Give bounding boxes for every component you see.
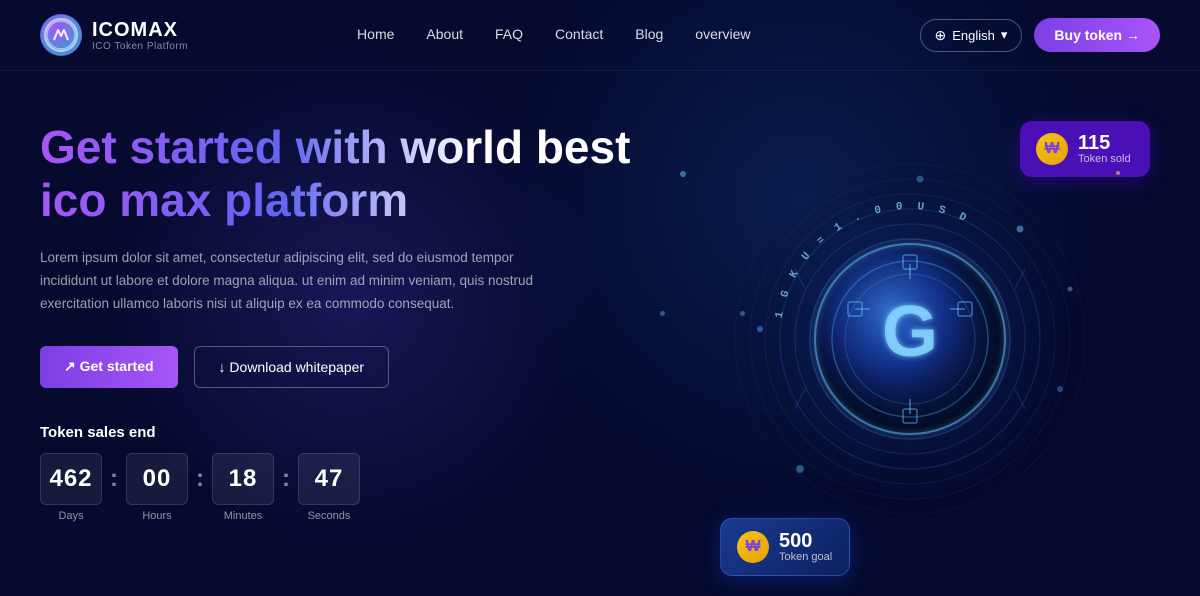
- globe-icon: ⊕: [935, 27, 947, 44]
- countdown-days: 462 Days: [40, 453, 102, 522]
- deco-dot-3: [740, 311, 745, 316]
- separator-2: :: [194, 465, 206, 493]
- days-unit: Days: [58, 510, 83, 522]
- token-goal-info: 500 Token goal: [779, 531, 832, 563]
- navbar: ICOMAX ICO Token Platform Home About FAQ…: [0, 0, 1200, 71]
- logo-subtitle: ICO Token Platform: [92, 41, 188, 52]
- coin-svg: G 1 G K U = 1 . 0 0 U S D: [720, 149, 1100, 529]
- logo: ICOMAX ICO Token Platform: [40, 14, 188, 56]
- hero-right: ₩ 115 Token sold: [660, 111, 1160, 596]
- deco-dot-1: [680, 171, 686, 177]
- nav-item-faq[interactable]: FAQ: [495, 26, 523, 44]
- nav-right: ⊕ English ▾ Buy token →: [920, 18, 1160, 52]
- nav-links: Home About FAQ Contact Blog overview: [357, 26, 751, 44]
- nav-link-contact[interactable]: Contact: [555, 26, 603, 42]
- nav-link-faq[interactable]: FAQ: [495, 26, 523, 42]
- language-button[interactable]: ⊕ English ▾: [920, 19, 1023, 52]
- separator-3: :: [280, 465, 292, 493]
- logo-name: ICOMAX: [92, 19, 188, 41]
- seconds-unit: Seconds: [308, 510, 351, 522]
- svg-text:G: G: [882, 292, 938, 372]
- nav-link-home[interactable]: Home: [357, 26, 394, 42]
- buy-token-button[interactable]: Buy token →: [1034, 18, 1160, 52]
- countdown: 462 Days : 00 Hours : 18 Minutes : 47 Se…: [40, 453, 660, 522]
- token-goal-icon: ₩: [737, 531, 769, 563]
- logo-svg: [40, 14, 82, 56]
- hours-value: 00: [126, 453, 188, 505]
- minutes-value: 18: [212, 453, 274, 505]
- nav-link-blog[interactable]: Blog: [635, 26, 663, 42]
- minutes-unit: Minutes: [224, 510, 263, 522]
- nav-link-overview[interactable]: overview: [695, 26, 750, 42]
- lang-label: English: [952, 28, 995, 43]
- hero-left: Get started with world best ico max plat…: [40, 111, 660, 522]
- hours-unit: Hours: [142, 510, 171, 522]
- buy-btn-label: Buy token →: [1054, 27, 1140, 43]
- separator-1: :: [108, 465, 120, 493]
- token-goal-label: Token goal: [779, 551, 832, 563]
- token-goal-badge: ₩ 500 Token goal: [720, 518, 850, 576]
- download-label: ↓ Download whitepaper: [219, 359, 365, 375]
- countdown-minutes: 18 Minutes: [212, 453, 274, 522]
- nav-item-overview[interactable]: overview: [695, 26, 750, 44]
- countdown-hours: 00 Hours: [126, 453, 188, 522]
- get-started-label: ↗ Get started: [64, 358, 154, 375]
- token-sales: Token sales end 462 Days : 00 Hours : 18…: [40, 424, 660, 522]
- nav-item-about[interactable]: About: [426, 26, 463, 44]
- hero-buttons: ↗ Get started ↓ Download whitepaper: [40, 346, 660, 388]
- nav-item-contact[interactable]: Contact: [555, 26, 603, 44]
- chevron-down-icon: ▾: [1001, 27, 1008, 43]
- seconds-value: 47: [298, 453, 360, 505]
- coin-container: G 1 G K U = 1 . 0 0 U S D: [720, 149, 1100, 529]
- logo-icon: [40, 14, 82, 56]
- download-whitepaper-button[interactable]: ↓ Download whitepaper: [194, 346, 390, 388]
- token-goal-number: 500: [779, 531, 832, 551]
- deco-dot-2: [660, 311, 665, 316]
- deco-dot-4: [1116, 171, 1120, 175]
- countdown-seconds: 47 Seconds: [298, 453, 360, 522]
- hero-description: Lorem ipsum dolor sit amet, consectetur …: [40, 247, 560, 316]
- get-started-button[interactable]: ↗ Get started: [40, 346, 178, 388]
- nav-item-home[interactable]: Home: [357, 26, 394, 44]
- nav-item-blog[interactable]: Blog: [635, 26, 663, 44]
- logo-text: ICOMAX ICO Token Platform: [92, 19, 188, 52]
- hero-title: Get started with world best ico max plat…: [40, 121, 660, 227]
- hero-section: Get started with world best ico max plat…: [0, 71, 1200, 596]
- days-value: 462: [40, 453, 102, 505]
- token-sales-label: Token sales end: [40, 424, 660, 441]
- nav-link-about[interactable]: About: [426, 26, 463, 42]
